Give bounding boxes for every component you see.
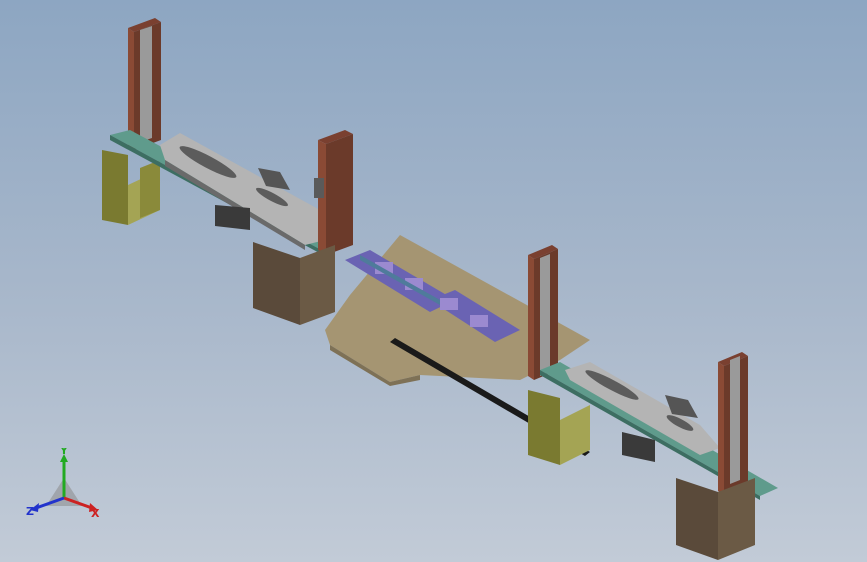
center-olive-bracket[interactable]	[528, 390, 590, 465]
right-upright-post[interactable]	[718, 352, 748, 495]
right-brown-plate[interactable]	[676, 478, 755, 560]
left-slotted-arm[interactable]	[160, 133, 325, 250]
assembly-model[interactable]	[0, 0, 867, 562]
coordinate-triad: Y X Z	[26, 448, 100, 520]
z-axis-label: Z	[26, 505, 34, 518]
y-axis-label: Y	[59, 448, 69, 457]
x-axis-label: X	[91, 507, 100, 520]
left-upright-post[interactable]	[128, 18, 161, 150]
middle-upright-post[interactable]	[314, 130, 353, 255]
center-upright-post[interactable]	[528, 245, 558, 380]
middle-brown-plate[interactable]	[253, 242, 335, 325]
graphics-viewport[interactable]: Y X Z	[0, 0, 867, 562]
